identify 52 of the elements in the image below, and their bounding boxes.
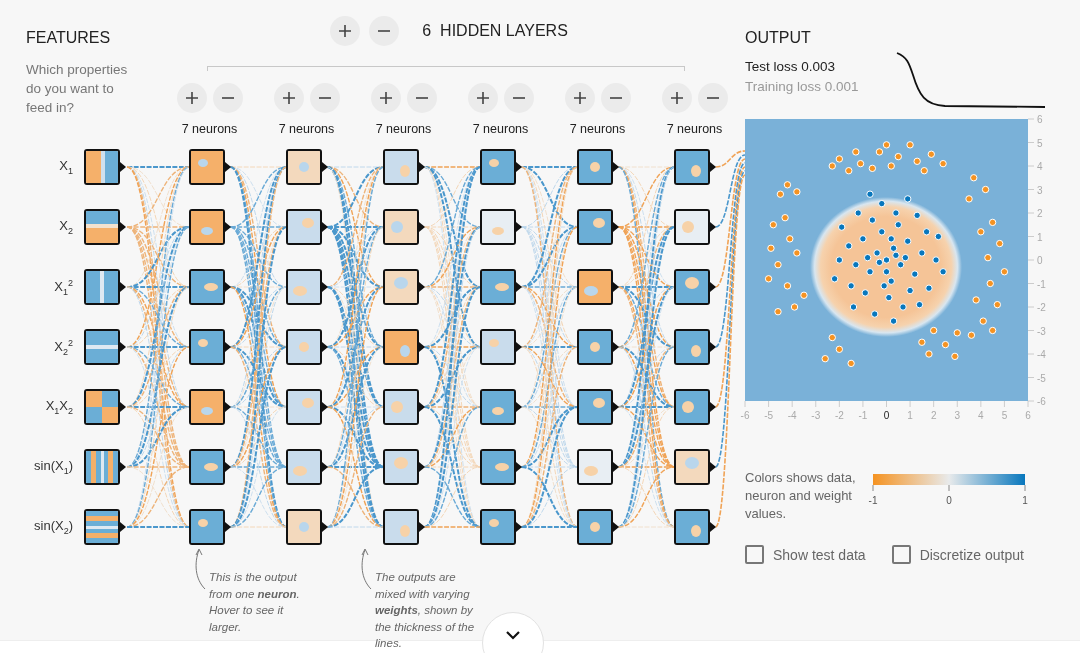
option-label: Discretize output <box>919 546 1024 563</box>
legend-text: Colors shows data, neuron and weight values. <box>745 469 857 523</box>
axis-tick-label: -3 <box>1037 325 1046 337</box>
axis-tick-label: -4 <box>787 410 797 421</box>
axis-tick-label: -1 <box>858 410 868 421</box>
neuron-count: 7 neurons <box>472 122 529 136</box>
axis-tick-label: 1 <box>1037 231 1043 243</box>
scale-tick-label: 0 <box>946 495 952 506</box>
feature-label: sin(X$_{1}$) <box>33 458 73 476</box>
axis-tick-label: 4 <box>1037 161 1043 172</box>
axis-tick-label: 3 <box>954 410 961 421</box>
axis-tick-label: -4 <box>1037 349 1046 360</box>
axis-tick-label: -1 <box>1037 278 1046 290</box>
feature-label: X$_{1}$X$_{2}$ <box>44 398 73 416</box>
scale-tick-label: -1 <box>868 495 878 506</box>
features-title: FEATURES <box>25 28 112 48</box>
axis-tick-label: 6 <box>1037 114 1043 125</box>
neuron-count: 7 neurons <box>375 122 432 136</box>
axis-tick-label: 4 <box>978 410 984 421</box>
axis-tick-label: -6 <box>1037 396 1046 407</box>
annotation-text: The outputs are mixed with varying weights, shown by the thickness of the lines. <box>375 570 475 651</box>
axis-tick-label: -2 <box>834 410 844 421</box>
features-description: Which properties do you want to feed in? <box>25 61 129 117</box>
axis-tick-label: 0 <box>883 410 890 421</box>
axis-tick-label: 6 <box>1025 410 1031 421</box>
hidden-layers-title: HIDDEN LAYERS <box>440 22 568 40</box>
axis-tick-label: 5 <box>1037 137 1043 149</box>
neuron-count: 7 neurons <box>278 122 335 136</box>
feature-label: sin(X$_{2}$) <box>33 518 73 536</box>
axis-tick-label: -2 <box>1037 302 1046 313</box>
layer-count: 6 <box>422 22 432 40</box>
axis-tick-label: -5 <box>1037 372 1046 384</box>
feature-label: X$_{2}$ <box>58 218 73 236</box>
axis-tick-label: 3 <box>1037 184 1043 196</box>
axis-tick-label: 2 <box>1037 208 1043 219</box>
axis-tick-label: -5 <box>764 410 774 421</box>
axis-tick-label: 5 <box>1001 410 1008 421</box>
axis-tick-label: -3 <box>811 410 821 421</box>
neuron-count: 7 neurons <box>666 122 723 136</box>
training-loss: Training loss 0.001 <box>745 79 859 94</box>
axis-tick-label: 1 <box>907 410 913 421</box>
annotation-text: This is the output from one neuron. Hover to see it larger. <box>209 570 301 635</box>
output-title: OUTPUT <box>745 28 812 47</box>
neuron-count: 7 neurons <box>569 122 626 136</box>
axis-tick-label: 2 <box>930 410 937 421</box>
scale-tick-label: 1 <box>1022 495 1028 506</box>
neuron-count: 7 neurons <box>181 122 238 136</box>
option-label: Show test data <box>773 546 866 563</box>
axis-tick-label: 0 <box>1037 255 1043 266</box>
test-loss: Test loss 0.003 <box>745 59 837 74</box>
axis-tick-label: -6 <box>740 410 750 421</box>
feature-label: X$_{1}$ <box>58 158 73 176</box>
